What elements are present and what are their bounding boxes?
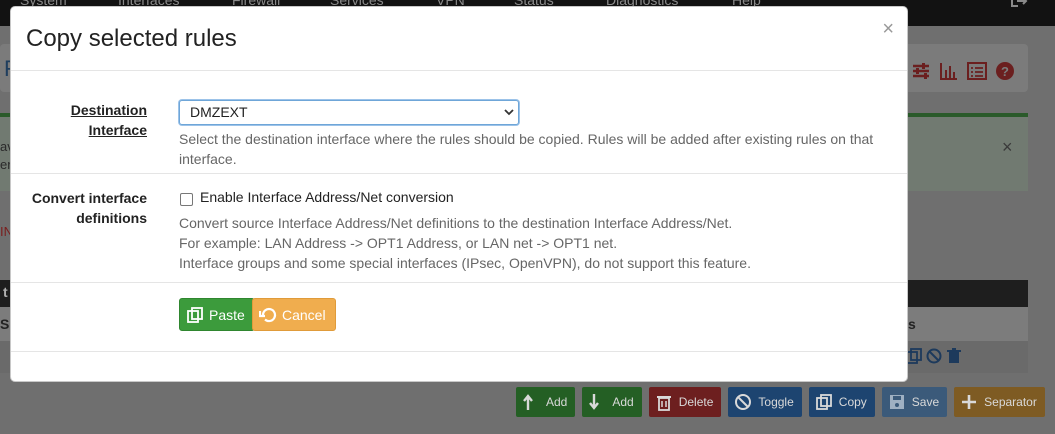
save-button[interactable]: Save: [881, 387, 948, 417]
separator-button[interactable]: Separator: [954, 387, 1045, 417]
copy-icon[interactable]: [906, 348, 922, 364]
chevron-down-icon: [504, 109, 514, 116]
table-title-fragment: t: [3, 284, 8, 300]
modal-buttons-row: Paste Cancel: [11, 283, 907, 352]
modal-title: Copy selected rules: [26, 25, 237, 52]
column-header-left: S: [0, 316, 10, 332]
convert-help-text: Convert source Interface Address/Net def…: [179, 213, 751, 273]
arrow-up-icon: [523, 394, 533, 410]
modal-header: Copy selected rules ×: [11, 7, 907, 71]
svg-text:?: ?: [1001, 64, 1009, 79]
destination-interface-label: Destination Interface: [71, 100, 147, 140]
destination-help-text: Select the destination interface where t…: [179, 129, 873, 169]
convert-interface-label: Convert interface definitions: [32, 188, 147, 228]
cancel-label: Cancel: [282, 306, 326, 323]
help-line: Select the destination interface where t…: [179, 131, 874, 147]
copy-rules-modal: Copy selected rules × Destination Interf…: [10, 6, 908, 382]
logout-icon[interactable]: [1010, 0, 1028, 8]
add-top-label: Add: [546, 395, 568, 409]
page-tool-icons: ?: [910, 60, 1016, 82]
undo-icon: [259, 307, 277, 322]
add-top-button[interactable]: Add: [516, 387, 576, 417]
label-line: definitions: [76, 210, 147, 226]
column-header-right: s: [908, 316, 916, 332]
cancel-button[interactable]: Cancel: [252, 298, 336, 331]
add-bottom-button[interactable]: Add: [582, 387, 642, 417]
help-line: interface.: [179, 151, 237, 167]
sliders-icon[interactable]: [910, 60, 932, 82]
destination-interface-row: Destination Interface DMZEXT Select the …: [11, 71, 907, 174]
toggle-button[interactable]: Toggle: [728, 387, 802, 417]
select-value: DMZEXT: [190, 104, 248, 120]
conversion-checkbox[interactable]: [180, 193, 193, 206]
toggle-label: Toggle: [758, 395, 794, 409]
label-line: Interface: [88, 122, 147, 138]
help-icon[interactable]: ?: [994, 60, 1016, 82]
bottom-action-bar: Add Add Delete Toggle Copy Save Separato…: [516, 387, 1045, 417]
label-line: Destination: [70, 102, 147, 118]
conversion-checkbox-label[interactable]: Enable Interface Address/Net conversion: [200, 189, 454, 205]
floppy-icon: [889, 395, 904, 409]
label-line: Convert interface: [31, 190, 147, 206]
add-bottom-label: Add: [612, 395, 634, 409]
convert-interface-row: Convert interface definitions Enable Int…: [11, 174, 907, 283]
paste-button[interactable]: Paste: [179, 298, 255, 331]
destination-interface-select[interactable]: DMZEXT: [179, 100, 519, 125]
ban-icon: [735, 394, 752, 410]
plus-icon: [962, 395, 977, 409]
arrow-down-icon: [589, 394, 600, 410]
copy-icon: [815, 394, 832, 410]
save-label: Save: [911, 395, 940, 409]
list-icon[interactable]: [966, 60, 988, 82]
trash-icon: [656, 396, 671, 411]
delete-button[interactable]: Delete: [648, 387, 722, 417]
help-line: Interface groups and some special interf…: [179, 255, 751, 271]
chart-icon[interactable]: [938, 60, 960, 82]
delete-label: Delete: [678, 395, 714, 409]
close-icon[interactable]: ×: [882, 19, 894, 39]
copy-button[interactable]: Copy: [808, 387, 875, 417]
disable-icon[interactable]: [926, 348, 942, 364]
alert-close-icon[interactable]: ×: [1002, 137, 1013, 158]
separator-label: Separator: [984, 395, 1037, 409]
help-line: Convert source Interface Address/Net def…: [179, 215, 733, 231]
paste-label: Paste: [209, 306, 245, 323]
copy-icon: [187, 306, 203, 323]
copy-label: Copy: [838, 395, 867, 409]
row-action-icons: [906, 348, 962, 364]
trash-icon[interactable]: [946, 348, 962, 364]
help-line: For example: LAN Address -> OPT1 Address…: [179, 235, 618, 251]
